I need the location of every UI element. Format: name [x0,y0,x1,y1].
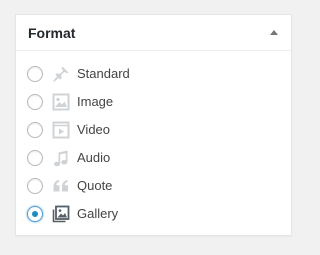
format-panel: Format Standard Image Video Audio Quote … [15,14,292,236]
audio-icon [51,148,71,168]
format-label-quote: Quote [77,178,113,193]
quote-icon [51,176,71,196]
format-label-image: Image [77,94,114,109]
format-options: Standard Image Video Audio Quote Gallery [27,60,291,228]
format-label-audio: Audio [77,150,111,165]
format-option-video[interactable]: Video [27,116,291,144]
format-option-gallery[interactable]: Gallery [27,200,291,228]
panel-title: Format [28,25,76,41]
format-radio-standard[interactable] [27,66,43,82]
collapse-arrow-icon[interactable] [270,30,278,35]
format-option-standard[interactable]: Standard [27,60,291,88]
format-radio-video[interactable] [27,122,43,138]
video-icon [51,120,71,140]
format-radio-gallery[interactable] [27,206,43,222]
format-label-gallery: Gallery [77,206,119,221]
format-radio-quote[interactable] [27,178,43,194]
format-option-quote[interactable]: Quote [27,172,291,200]
format-label-standard: Standard [77,66,130,81]
gallery-icon [51,204,71,224]
image-icon [51,92,71,112]
panel-header[interactable]: Format [16,15,291,51]
format-option-audio[interactable]: Audio [27,144,291,172]
format-radio-audio[interactable] [27,150,43,166]
format-radio-image[interactable] [27,94,43,110]
format-label-video: Video [77,122,111,137]
format-option-image[interactable]: Image [27,88,291,116]
pushpin-icon [51,64,71,84]
